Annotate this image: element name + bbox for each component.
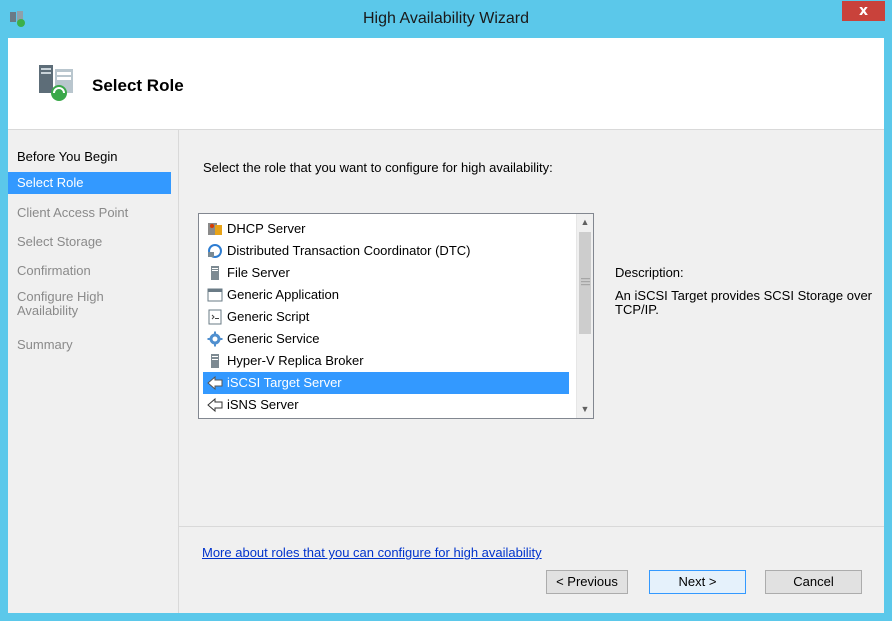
title-bar[interactable]: High Availability Wizard x: [0, 0, 892, 38]
nav-step-configure-high-availability: Configure High Availability: [17, 289, 104, 318]
nav-step-select-storage: Select Storage: [17, 234, 103, 249]
list-item[interactable]: File Server: [203, 262, 569, 284]
grip-icon: — — —: [581, 273, 590, 289]
previous-button[interactable]: < Previous: [546, 570, 628, 594]
file-server-icon: [207, 265, 223, 281]
scrollbar-thumb[interactable]: — — —: [579, 232, 591, 334]
list-item[interactable]: iSNS Server: [203, 394, 569, 416]
scroll-down-icon[interactable]: ▼: [577, 401, 593, 418]
gear-icon: [207, 331, 223, 347]
description-text: An iSCSI Target provides SCSI Storage ov…: [615, 288, 872, 317]
roles-scrollbar[interactable]: ▲ — — — ▼: [576, 214, 593, 418]
nav-step-confirmation: Confirmation: [17, 263, 91, 278]
more-about-roles-link[interactable]: More about roles that you can configure …: [202, 545, 542, 560]
next-button[interactable]: Next >: [649, 570, 746, 594]
window-title: High Availability Wizard: [363, 10, 529, 27]
list-item[interactable]: Generic Script: [203, 306, 569, 328]
nav-step-client-access-point: Client Access Point: [17, 205, 129, 220]
cancel-button[interactable]: Cancel: [765, 570, 862, 594]
dtc-icon: [207, 243, 223, 259]
list-item-label: iSCSI Target Server: [227, 375, 342, 390]
list-item-label: Hyper-V Replica Broker: [227, 353, 364, 368]
list-item-label: Generic Script: [227, 309, 310, 324]
list-item-label: iSNS Server: [227, 397, 299, 412]
list-item-label: DHCP Server: [227, 221, 306, 236]
list-item-label: Generic Application: [227, 287, 340, 302]
roles-listbox[interactable]: DHCP Server Distributed Transaction Coor…: [198, 213, 594, 419]
main-panel: Select the role that you want to configu…: [179, 130, 884, 560]
list-item[interactable]: Distributed Transaction Coordinator (DTC…: [203, 240, 569, 262]
role-servers-icon: [35, 59, 81, 105]
description-label: Description:: [615, 265, 684, 280]
isns-icon: [207, 397, 223, 413]
generic-script-icon: [207, 309, 223, 325]
list-item-label: Generic Service: [227, 331, 320, 346]
list-item-label: Distributed Transaction Coordinator (DTC…: [227, 243, 471, 258]
close-button[interactable]: x: [842, 1, 885, 21]
list-item-selected[interactable]: iSCSI Target Server: [203, 372, 569, 394]
dhcp-icon: [207, 221, 223, 237]
list-item[interactable]: Generic Service: [203, 328, 569, 350]
page-title: Select Role: [92, 76, 184, 95]
wizard-client: Select Role Before You Begin Select Role…: [8, 38, 884, 613]
footer-divider: [179, 526, 884, 527]
server-tower-icon: [207, 353, 223, 369]
list-item[interactable]: Generic Application: [203, 284, 569, 306]
wizard-header: Select Role: [8, 38, 884, 130]
generic-application-icon: [207, 287, 223, 303]
list-item[interactable]: DHCP Server: [203, 218, 569, 240]
wizard-window: High Availability Wizard x Select Role B…: [0, 0, 892, 621]
list-item-label: File Server: [227, 265, 290, 280]
close-icon: x: [858, 3, 869, 19]
wizard-steps-nav: Before You Begin Select Role Client Acce…: [8, 130, 179, 613]
nav-step-before-you-begin[interactable]: Before You Begin: [8, 146, 171, 168]
nav-step-summary: Summary: [17, 337, 73, 352]
instruction-text: Select the role that you want to configu…: [203, 160, 553, 175]
list-item[interactable]: Hyper-V Replica Broker: [203, 350, 569, 372]
nav-step-select-role[interactable]: Select Role: [8, 172, 171, 194]
iscsi-icon: [207, 375, 223, 391]
scroll-up-icon[interactable]: ▲: [577, 214, 593, 231]
